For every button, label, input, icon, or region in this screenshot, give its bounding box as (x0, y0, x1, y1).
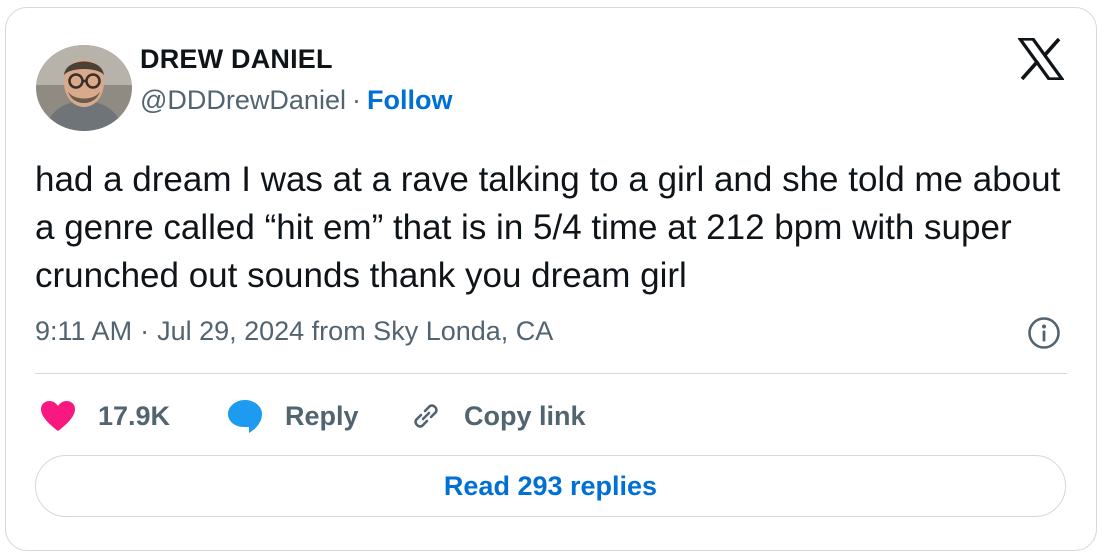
read-replies-button[interactable]: Read 293 replies (35, 455, 1066, 517)
author-handle-row: @DDDrewDaniel · Follow (140, 85, 452, 116)
link-icon (414, 404, 438, 428)
reply-button[interactable]: Reply (227, 394, 359, 438)
tweet-text: had a dream I was at a rave talking to a… (35, 160, 1061, 295)
meta-separator: · (140, 316, 150, 346)
follow-button[interactable]: Follow (367, 85, 452, 115)
reply-label: Reply (285, 400, 359, 431)
tweet-date-location[interactable]: Jul 29, 2024 from Sky Londa, CA (157, 316, 553, 346)
speech-bubble-icon (228, 400, 262, 433)
author-name[interactable]: DREW DANIEL (140, 44, 333, 75)
info-icon[interactable] (1027, 316, 1061, 350)
divider (35, 373, 1067, 374)
separator-dot: · (351, 85, 361, 115)
like-count: 17.9K (98, 400, 171, 431)
copy-link-label: Copy link (464, 400, 586, 431)
tweet-meta: 9:11 AM · Jul 29, 2024 from Sky Londa, CA (35, 316, 553, 347)
author-handle[interactable]: @DDDrewDaniel (140, 85, 346, 115)
avatar[interactable] (36, 45, 132, 131)
heart-icon (41, 401, 75, 431)
like-button[interactable]: 17.9K (40, 394, 170, 438)
x-logo-icon[interactable] (1016, 37, 1066, 81)
copy-link-button[interactable]: Copy link (408, 394, 586, 438)
tweet-time[interactable]: 9:11 AM (35, 316, 132, 346)
